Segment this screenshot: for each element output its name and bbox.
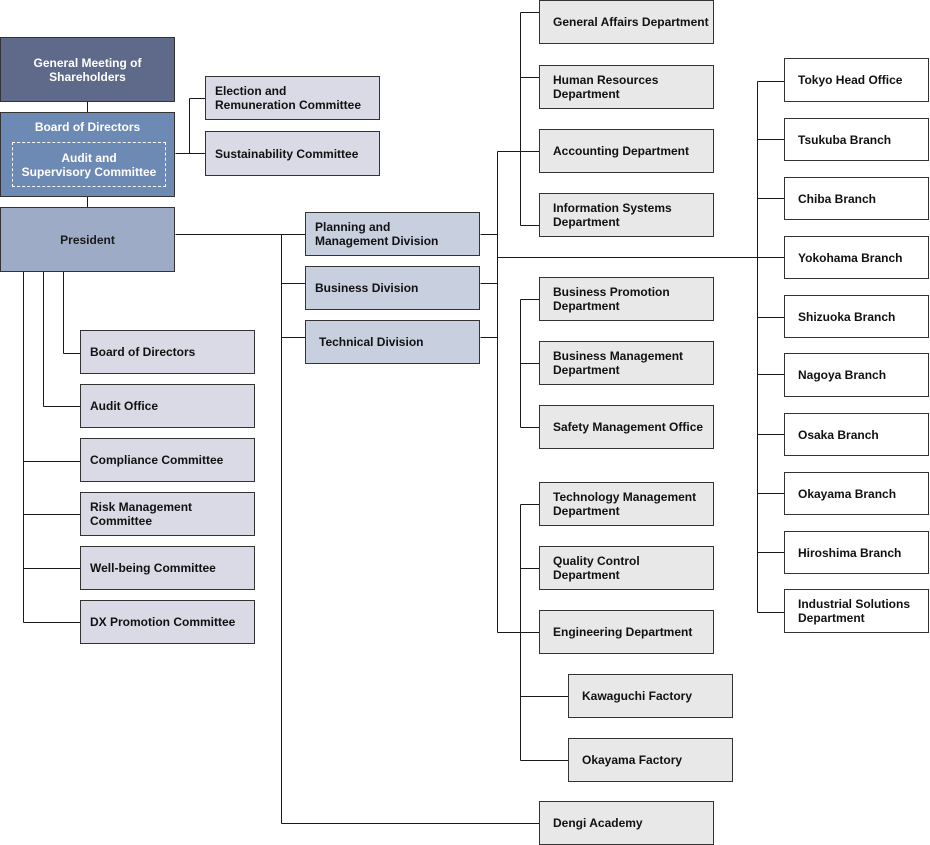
committee-label: Sustainability Committee xyxy=(215,146,359,161)
branch-yokohama: Yokohama Branch xyxy=(784,236,929,279)
factory-label: Kawaguchi Factory xyxy=(582,689,693,703)
division-business: Business Division xyxy=(305,266,480,310)
division-label: Business Division xyxy=(315,281,419,295)
dept-label: Business Promotion Department xyxy=(553,285,670,313)
dept-label: General Affairs Department xyxy=(553,15,709,29)
committee-label: Election and Remuneration Committee xyxy=(215,84,362,112)
president-unit-well-being-committee: Well-being Committee xyxy=(80,546,255,590)
shareholders-meeting-box: General Meeting of Shareholders xyxy=(0,37,175,102)
dept-quality-control: Quality Control Department xyxy=(539,546,714,590)
president-box: President xyxy=(0,207,175,272)
branch-tsukuba: Tsukuba Branch xyxy=(784,118,929,161)
division-planning-management: Planning and Management Division xyxy=(305,212,480,256)
branch-tokyo-head-office: Tokyo Head Office xyxy=(784,58,929,102)
unit-label: Board of Directors xyxy=(90,345,196,359)
factory-okayama: Okayama Factory xyxy=(568,738,733,782)
president-unit-dx-promotion-committee: DX Promotion Committee xyxy=(80,600,255,644)
audit-supervisory-committee-label: Audit and Supervisory Committee xyxy=(21,150,157,179)
branch-label: Hiroshima Branch xyxy=(798,545,902,560)
dengi-academy: Dengi Academy xyxy=(539,801,714,845)
dept-information-systems: Information Systems Department xyxy=(539,193,714,237)
unit-label: Well-being Committee xyxy=(90,561,216,575)
factory-kawaguchi: Kawaguchi Factory xyxy=(568,674,733,718)
branch-label: Chiba Branch xyxy=(798,191,877,206)
dept-business-promotion: Business Promotion Department xyxy=(539,277,714,321)
branch-shizuoka: Shizuoka Branch xyxy=(784,295,929,338)
audit-supervisory-committee-box: Audit and Supervisory Committee xyxy=(12,142,166,187)
president-unit-compliance-committee: Compliance Committee xyxy=(80,438,255,482)
branch-label: Shizuoka Branch xyxy=(798,309,896,324)
branch-chiba: Chiba Branch xyxy=(784,177,929,220)
dept-label: Accounting Department xyxy=(553,144,690,158)
president-unit-risk-management-committee: Risk Management Committee xyxy=(80,492,255,536)
division-technical: Technical Division xyxy=(305,320,480,364)
dept-accounting: Accounting Department xyxy=(539,129,714,173)
dept-human-resources: Human Resources Department xyxy=(539,65,714,109)
dept-business-management: Business Management Department xyxy=(539,341,714,385)
sustainability-committee-box: Sustainability Committee xyxy=(205,131,380,176)
dept-safety-management-office: Safety Management Office xyxy=(539,405,714,449)
unit-label: Risk Management Committee xyxy=(90,500,193,528)
dept-label: Quality Control Department xyxy=(553,554,640,582)
academy-label: Dengi Academy xyxy=(553,816,643,830)
branch-label: Industrial Solutions Department xyxy=(798,597,911,625)
dept-general-affairs: General Affairs Department xyxy=(539,0,714,44)
dept-label: Engineering Department xyxy=(553,625,693,639)
dept-label: Business Management Department xyxy=(553,349,684,377)
dept-label: Technology Management Department xyxy=(553,490,697,518)
dept-label: Human Resources Department xyxy=(553,73,659,101)
branch-label: Nagoya Branch xyxy=(798,368,887,382)
division-label: Planning and Management Division xyxy=(315,220,439,248)
shareholders-meeting-label: General Meeting of Shareholders xyxy=(33,55,142,84)
board-of-directors-label: Board of Directors xyxy=(34,120,141,134)
division-label: Technical Division xyxy=(319,335,424,349)
branch-label: Tokyo Head Office xyxy=(798,73,903,87)
branch-nagoya: Nagoya Branch xyxy=(784,353,929,397)
dept-engineering: Engineering Department xyxy=(539,610,714,654)
election-remuneration-committee-box: Election and Remuneration Committee xyxy=(205,76,380,120)
dept-label: Information Systems Department xyxy=(553,201,672,229)
unit-label: Compliance Committee xyxy=(90,453,224,467)
branch-label: Okayama Branch xyxy=(798,486,897,501)
board-of-directors-box: Board of Directors Audit and Supervisory… xyxy=(0,112,175,197)
president-label: President xyxy=(60,232,115,247)
branch-hiroshima: Hiroshima Branch xyxy=(784,531,929,574)
unit-label: DX Promotion Committee xyxy=(90,615,236,629)
branch-label: Yokohama Branch xyxy=(798,250,903,265)
branch-osaka: Osaka Branch xyxy=(784,413,929,456)
factory-label: Okayama Factory xyxy=(582,753,683,767)
dept-technology-management: Technology Management Department xyxy=(539,482,714,526)
unit-label: Audit Office xyxy=(90,399,158,413)
dept-industrial-solutions: Industrial Solutions Department xyxy=(784,589,929,633)
branch-okayama: Okayama Branch xyxy=(784,472,929,515)
branch-label: Osaka Branch xyxy=(798,427,879,442)
dept-label: Safety Management Office xyxy=(553,420,704,434)
president-unit-board-of-directors: Board of Directors xyxy=(80,330,255,374)
branch-label: Tsukuba Branch xyxy=(798,132,892,147)
president-unit-audit-office: Audit Office xyxy=(80,384,255,428)
